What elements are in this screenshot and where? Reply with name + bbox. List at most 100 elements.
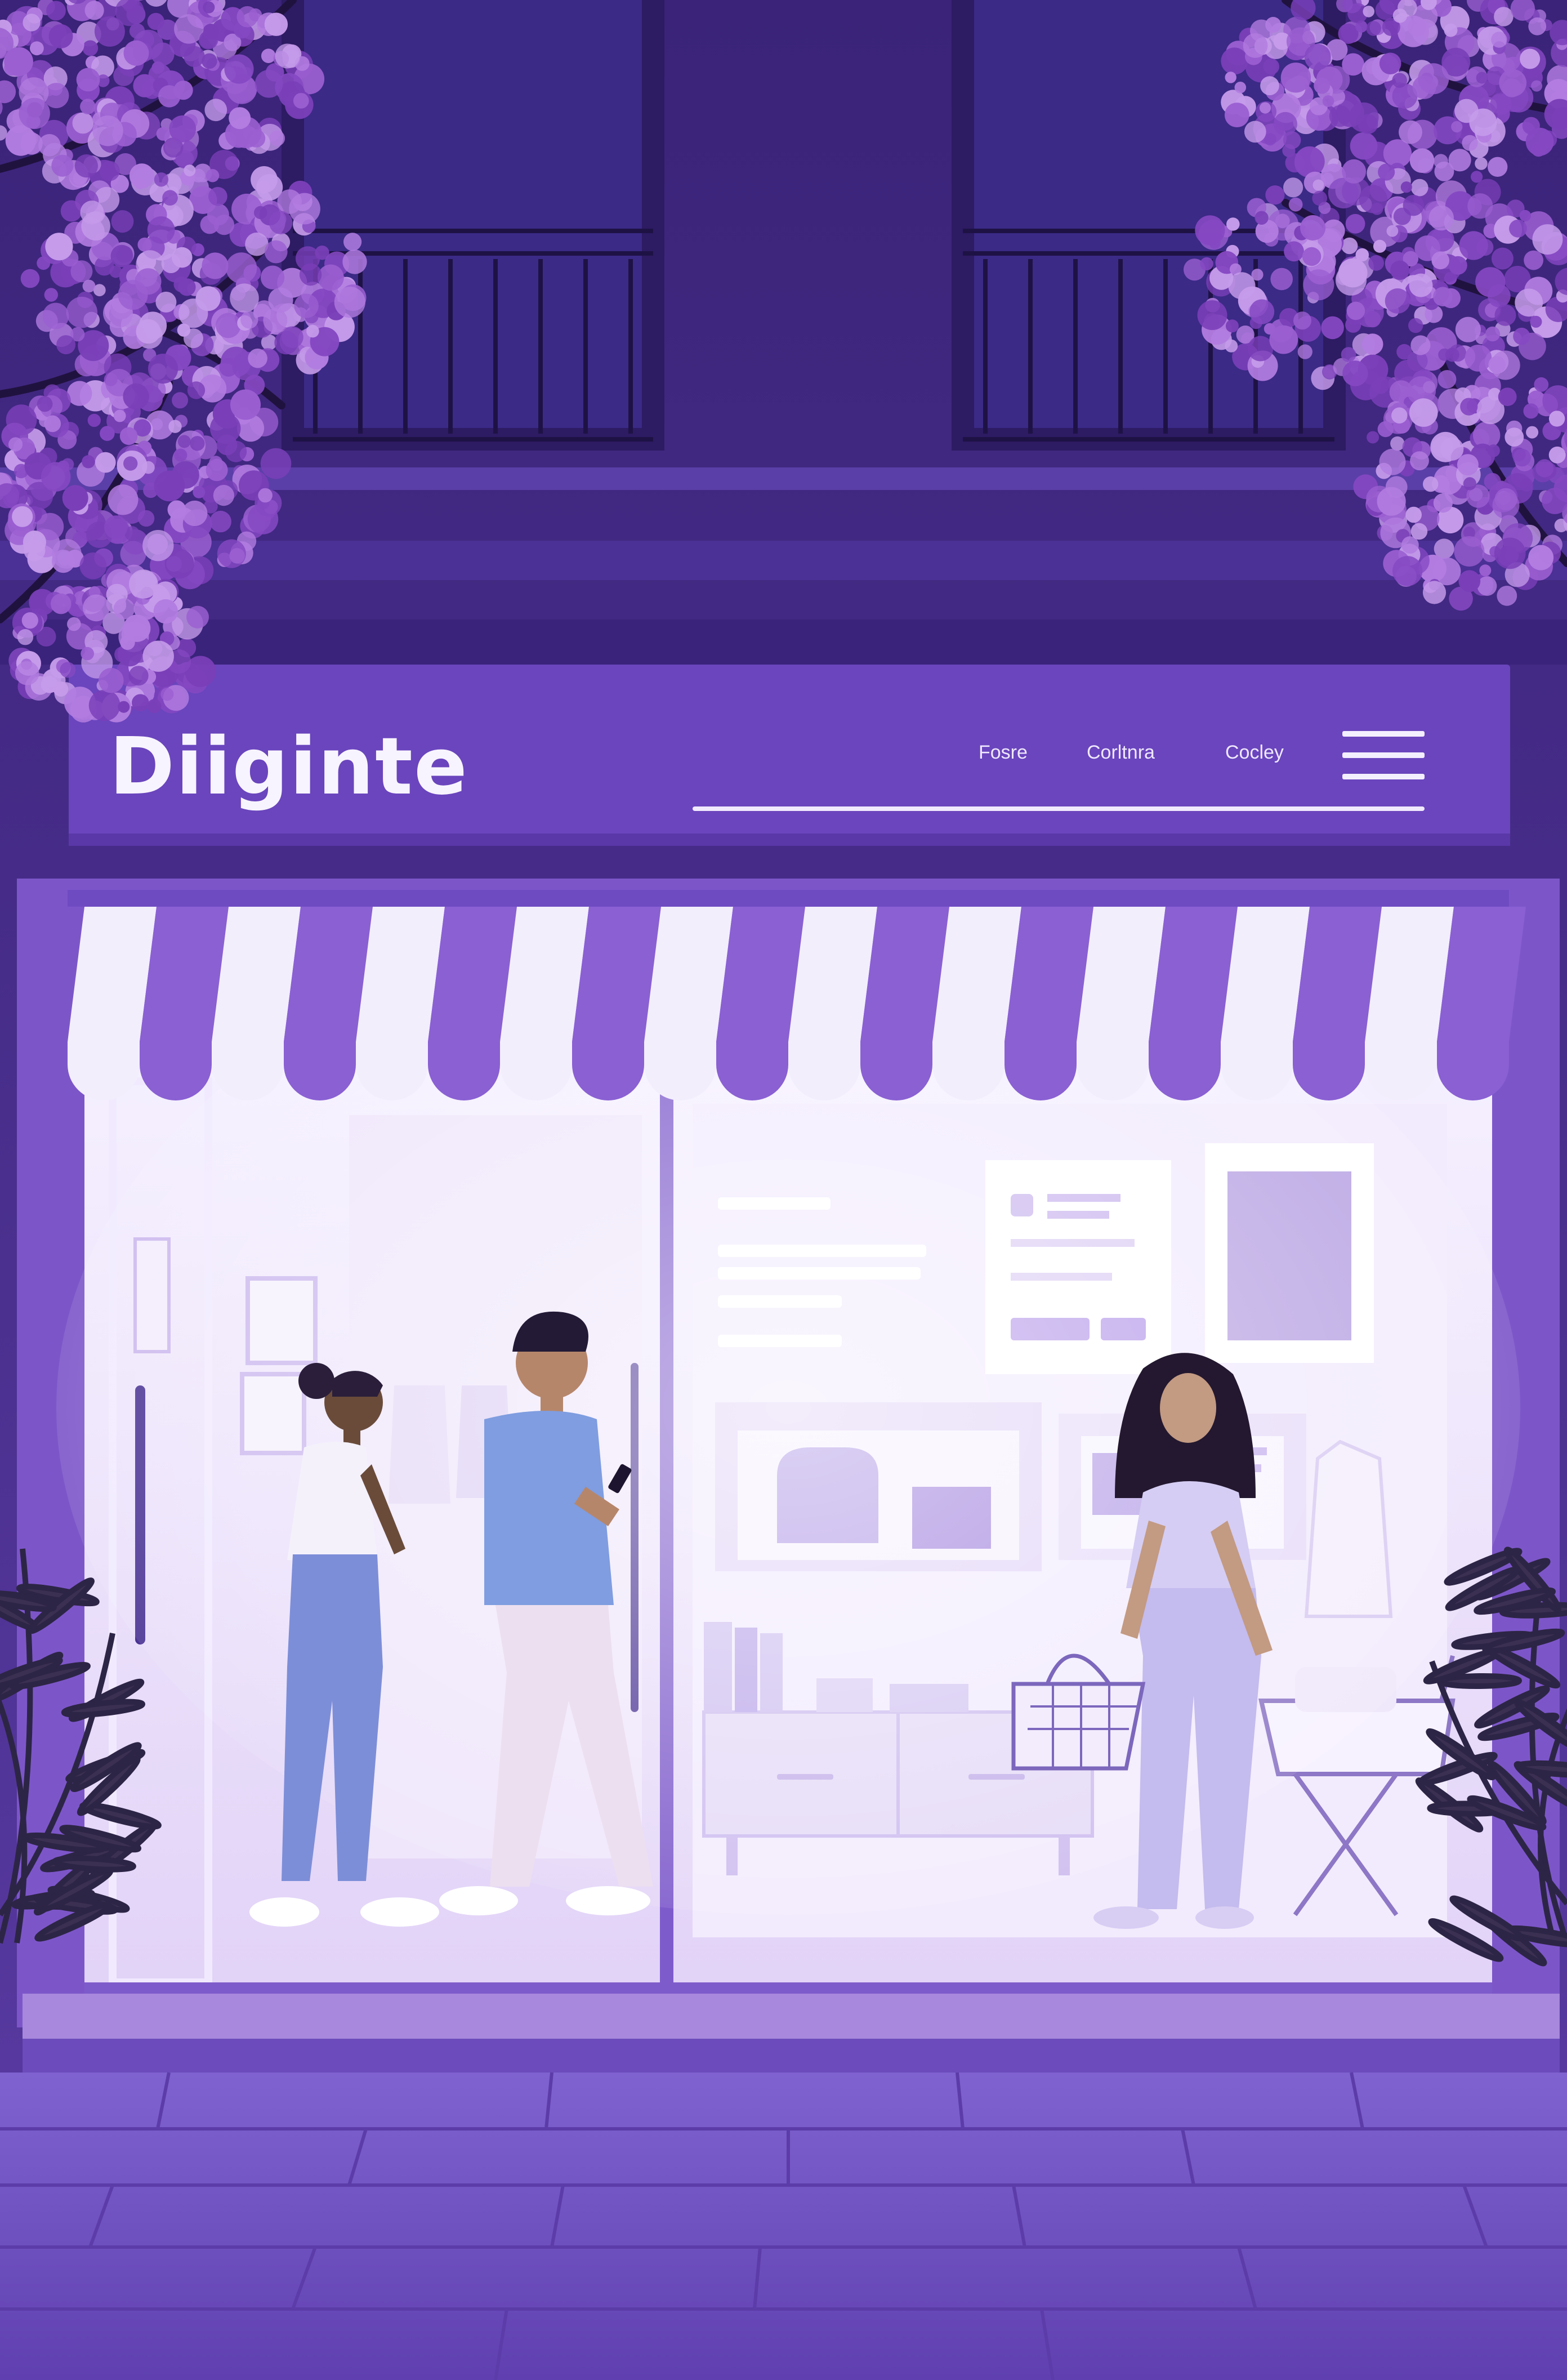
blossom-petal bbox=[230, 283, 259, 313]
blossom-petal bbox=[51, 154, 74, 177]
blossom-petal bbox=[1405, 506, 1422, 523]
pavement bbox=[0, 2073, 1567, 2380]
blossom-petal bbox=[1392, 8, 1408, 23]
blossom-petal bbox=[1345, 213, 1365, 234]
blossom-petal bbox=[184, 164, 196, 177]
blossom-petal bbox=[209, 510, 231, 533]
blossom-petal bbox=[1409, 148, 1435, 173]
nav-link-2[interactable]: Corltnra bbox=[1087, 741, 1155, 764]
blossom-petal bbox=[1490, 93, 1510, 114]
blossom-petal bbox=[1221, 47, 1248, 75]
blossom-petal bbox=[177, 435, 191, 448]
blossom-petal bbox=[20, 132, 43, 155]
blossom-petal bbox=[1249, 299, 1275, 324]
blossom-petal bbox=[119, 427, 138, 445]
blossom-petal bbox=[1293, 311, 1311, 330]
nav-link-1[interactable]: Fosre bbox=[979, 741, 1028, 764]
blossom-petal bbox=[204, 99, 227, 122]
blossom-petal bbox=[1338, 258, 1368, 288]
blossom-petal bbox=[135, 268, 162, 295]
blossom-petal bbox=[74, 154, 98, 178]
blossom-petal bbox=[294, 293, 319, 318]
blossom-petal bbox=[1428, 205, 1454, 231]
blossom-petal bbox=[1302, 247, 1322, 266]
blossom-petal bbox=[1263, 58, 1280, 75]
blossom-petal bbox=[299, 263, 322, 286]
blossom-petal bbox=[17, 629, 34, 645]
blossom-petal bbox=[53, 681, 69, 697]
blossom-petal bbox=[1225, 339, 1238, 353]
blossom-petal bbox=[190, 436, 205, 451]
blossom-petal bbox=[1399, 120, 1422, 144]
blossom-petal bbox=[56, 335, 76, 355]
brand-logo[interactable]: Diiginte bbox=[109, 728, 468, 806]
blossom-petal bbox=[343, 233, 362, 251]
blossom-petal bbox=[1359, 185, 1387, 213]
blossom-petal bbox=[66, 296, 97, 328]
blossom-petal bbox=[168, 420, 182, 433]
blossom-petal bbox=[240, 311, 258, 329]
blossom-petal bbox=[1378, 163, 1395, 181]
blossom-petal bbox=[1433, 493, 1453, 513]
blossom-petal bbox=[21, 612, 38, 629]
blossom-petal bbox=[1408, 318, 1423, 333]
blossom-petal bbox=[255, 69, 283, 98]
blossom-petal bbox=[202, 252, 229, 279]
blossom-petal bbox=[1265, 16, 1282, 33]
blossom-petal bbox=[123, 40, 149, 66]
blossom-petal bbox=[1410, 451, 1429, 471]
blossom-petal bbox=[206, 459, 228, 482]
blossom-petal bbox=[1367, 431, 1380, 444]
blossom-petal bbox=[1390, 436, 1405, 451]
blossom-petal bbox=[1530, 315, 1542, 328]
blossom-petal bbox=[1528, 17, 1547, 35]
blossom-petal bbox=[1361, 333, 1383, 355]
blossom-petal bbox=[1542, 488, 1567, 514]
blossom-petal bbox=[1497, 586, 1517, 606]
blossom-petal bbox=[1469, 108, 1497, 136]
blossom-petal bbox=[1535, 459, 1554, 478]
blossom-petal bbox=[206, 169, 220, 182]
blossom-petal bbox=[195, 286, 221, 311]
blossom-petal bbox=[1437, 370, 1457, 389]
blossom-petal bbox=[1248, 336, 1274, 362]
blossom-petal bbox=[1409, 398, 1438, 427]
blossom-petal bbox=[1312, 179, 1324, 191]
blossom-petal bbox=[1377, 487, 1406, 516]
blossom-petal bbox=[161, 253, 181, 273]
blossom-petal bbox=[1448, 149, 1471, 172]
blossom-petal bbox=[83, 594, 110, 622]
blossom-petal bbox=[1458, 570, 1481, 592]
blossom-petal bbox=[147, 12, 164, 30]
blossom-petal bbox=[95, 452, 116, 473]
blossom-petal bbox=[1476, 239, 1494, 256]
blossom-petal bbox=[229, 548, 245, 564]
nav-link-3[interactable]: Cocley bbox=[1225, 741, 1284, 764]
blossom-petal bbox=[230, 389, 261, 420]
blossom-petal bbox=[1386, 225, 1399, 237]
blossom-petal bbox=[151, 42, 175, 66]
blossom-petal bbox=[67, 617, 81, 631]
blossom-petal bbox=[306, 324, 319, 338]
blossom-petal bbox=[153, 599, 178, 624]
blossom-petal bbox=[1444, 23, 1458, 37]
blossom-petal bbox=[147, 216, 175, 244]
blossom-petal bbox=[1270, 268, 1293, 291]
blossom-petal bbox=[154, 470, 185, 502]
blossom-petal bbox=[1304, 43, 1331, 70]
blossom-petal bbox=[37, 396, 53, 412]
blossom-petal bbox=[1434, 154, 1448, 169]
blossom-petal bbox=[1321, 316, 1344, 340]
hamburger-menu-icon[interactable] bbox=[1342, 731, 1425, 782]
blossom-petal bbox=[1341, 347, 1356, 362]
blossom-petal bbox=[282, 326, 303, 348]
blossom-petal bbox=[1423, 476, 1439, 492]
blossom-petal bbox=[178, 278, 196, 296]
blossom-petal bbox=[44, 288, 59, 302]
blossom-petal bbox=[1363, 6, 1374, 17]
blossom-petal bbox=[92, 115, 123, 146]
striped-awning bbox=[68, 890, 1526, 1100]
blossom-petal bbox=[8, 437, 23, 452]
blossom-petal bbox=[1392, 556, 1423, 586]
blossom-petal bbox=[251, 166, 278, 193]
